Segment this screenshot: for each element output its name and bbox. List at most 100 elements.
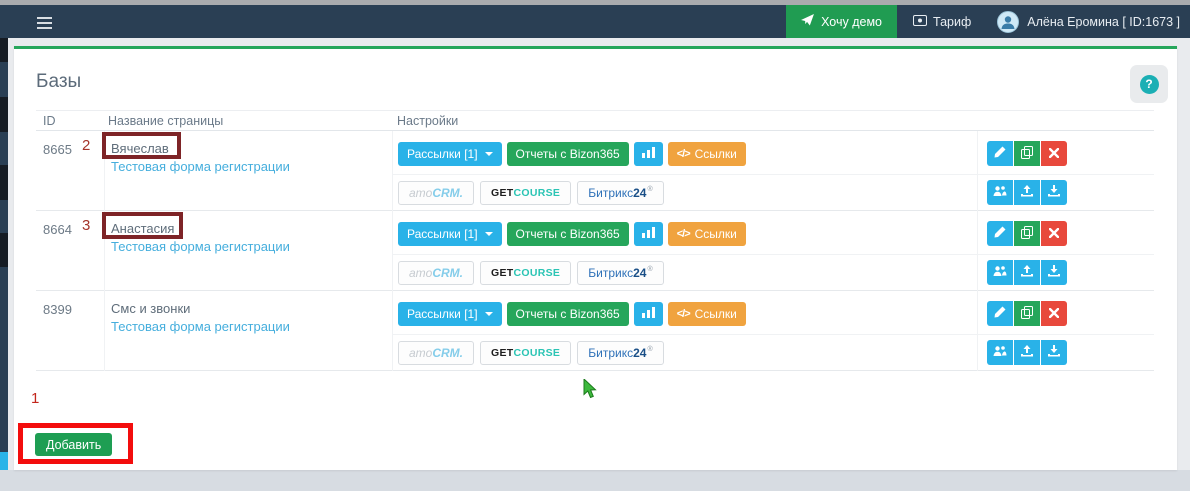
mailings-label: Рассылки [1] [407,147,478,161]
subscribers-button[interactable] [987,340,1013,365]
page-footer-area [0,470,1190,491]
annotation-number: 3 [82,217,90,234]
test-form-link[interactable]: Тестовая форма регистрации [111,319,290,334]
bar-chart-icon [642,147,655,162]
close-icon [1049,226,1059,241]
row-divider [393,174,1154,175]
getcourse-logo: GET [491,267,514,279]
amocrm-button[interactable]: amoCRM. [398,181,474,205]
edit-button[interactable] [987,301,1013,326]
subscribers-button[interactable] [987,180,1013,205]
bitrix24-logo: Битрикс [588,266,633,280]
table-row: 8665 2 Вячеслав Тестовая форма регистрац… [36,131,1154,211]
mailings-dropdown[interactable]: Рассылки [1] [398,142,502,166]
bitrix24-button[interactable]: Битрикс24® [577,261,663,285]
settings-cell: Рассылки [1] Отчеты с Bizon365 </> Ссылки… [393,131,978,211]
help-button[interactable]: ? [1130,65,1168,103]
links-label: Ссылки [695,307,737,321]
stats-button[interactable] [634,302,663,326]
name-cell: Анастасия Тестовая форма регистрации [105,211,393,291]
user-menu[interactable]: Алёна Еромина [ ID:1673 ] [987,5,1188,38]
copy-icon [1021,226,1033,242]
stats-button[interactable] [634,222,663,246]
stats-button[interactable] [634,142,663,166]
table-header: ID Название страницы Настройки [36,110,1154,131]
upload-button[interactable] [1014,180,1040,205]
help-icon: ? [1140,75,1159,94]
edit-button[interactable] [987,141,1013,166]
menu-icon[interactable] [37,14,57,30]
demo-button[interactable]: Хочу демо [786,5,897,38]
mailings-label: Рассылки [1] [407,307,478,321]
collapsed-sidebar[interactable] [0,38,8,491]
delete-button[interactable] [1041,141,1067,166]
getcourse-button[interactable]: GETCOURSE [480,341,571,365]
test-form-link[interactable]: Тестовая форма регистрации [111,159,290,174]
tariff-label: Тариф [933,15,971,29]
header-id: ID [43,114,56,128]
test-form-link[interactable]: Тестовая форма регистрации [111,239,290,254]
bar-chart-icon [642,227,655,242]
bitrix24-button[interactable]: Битрикс24® [577,341,663,365]
users-icon [993,345,1007,360]
upload-icon [1021,345,1033,360]
row-id: 8399 [43,302,72,317]
tariff-menu-item[interactable]: Тариф [897,5,987,38]
close-icon [1049,306,1059,321]
app-window: Хочу демо Тариф Алёна Еромина [ ID:1673 … [0,0,1190,491]
download-icon [1048,345,1060,360]
chevron-down-icon [485,152,493,156]
download-button[interactable] [1041,180,1067,205]
id-cell: 8399 [36,291,105,371]
copy-button[interactable] [1014,141,1040,166]
upload-icon [1021,265,1033,280]
mailings-dropdown[interactable]: Рассылки [1] [398,302,502,326]
amocrm-button[interactable]: amoCRM. [398,261,474,285]
copy-button[interactable] [1014,301,1040,326]
download-icon [1048,185,1060,200]
paper-plane-icon [801,14,814,29]
avatar [997,11,1019,33]
upload-button[interactable] [1014,260,1040,285]
bitrix24-button[interactable]: Битрикс24® [577,181,663,205]
amocrm-button[interactable]: amoCRM. [398,341,474,365]
links-button[interactable]: </>Ссылки [668,222,746,246]
edit-button[interactable] [987,221,1013,246]
tariff-icon [913,15,927,29]
actions-cell [978,211,1154,291]
table-row: 8399 Смс и звонки Тестовая форма регистр… [36,291,1154,371]
bizon-reports-button[interactable]: Отчеты с Bizon365 [507,302,629,326]
page-title: Базы [36,71,81,93]
annotation-number: 1 [31,390,39,407]
getcourse-button[interactable]: GETCOURSE [480,261,571,285]
getcourse-logo: GET [491,347,514,359]
bizon-reports-button[interactable]: Отчеты с Bizon365 [507,142,629,166]
download-button[interactable] [1041,260,1067,285]
navbar-right: Хочу демо Тариф Алёна Еромина [ ID:1673 … [786,5,1188,38]
table-row: 8664 3 Анастасия Тестовая форма регистра… [36,211,1154,291]
copy-button[interactable] [1014,221,1040,246]
add-button[interactable]: Добавить [35,433,112,456]
id-cell: 8664 3 [36,211,105,291]
delete-button[interactable] [1041,221,1067,246]
chevron-down-icon [485,232,493,236]
download-button[interactable] [1041,340,1067,365]
subscribers-button[interactable] [987,260,1013,285]
delete-button[interactable] [1041,301,1067,326]
bizon-reports-button[interactable]: Отчеты с Bizon365 [507,222,629,246]
user-name-label: Алёна Еромина [ ID:1673 ] [1027,15,1180,29]
links-label: Ссылки [695,147,737,161]
mailings-label: Рассылки [1] [407,227,478,241]
top-navbar: Хочу демо Тариф Алёна Еромина [ ID:1673 … [0,5,1190,38]
row-id: 8664 [43,222,72,237]
id-cell: 8665 2 [36,131,105,211]
amocrm-logo: amo [409,346,432,360]
mailings-dropdown[interactable]: Рассылки [1] [398,222,502,246]
row-divider [393,334,1154,335]
links-button[interactable]: </> Ссылки [668,142,746,166]
links-button[interactable]: </>Ссылки [668,302,746,326]
upload-button[interactable] [1014,340,1040,365]
getcourse-button[interactable]: GETCOURSE [480,181,571,205]
code-icon: </> [677,148,690,160]
name-cell: Вячеслав Тестовая форма регистрации [105,131,393,211]
